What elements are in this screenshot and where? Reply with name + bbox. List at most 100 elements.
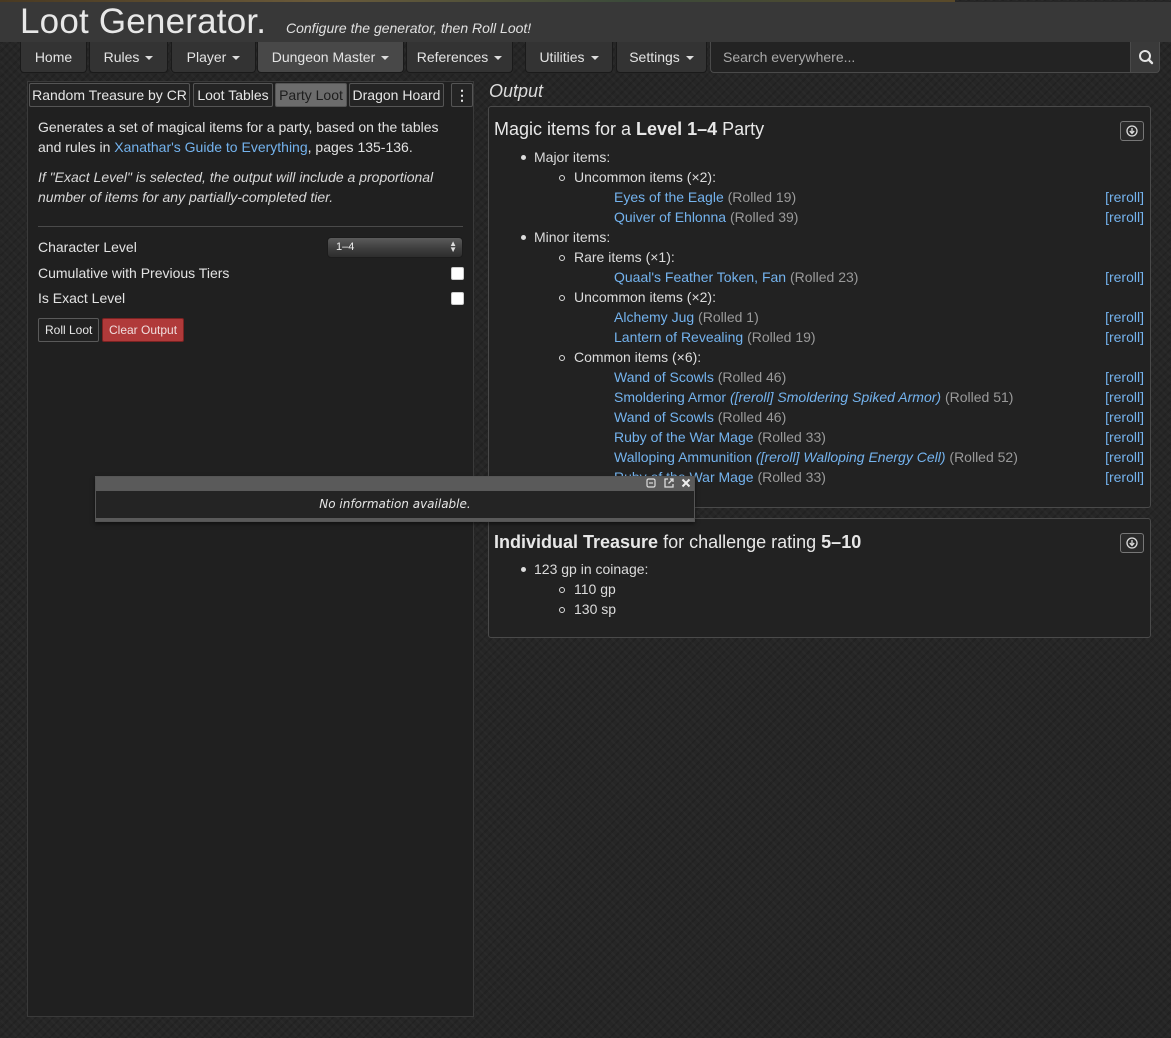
caret-down-icon [685, 56, 694, 61]
reroll-link[interactable]: [reroll] [1105, 389, 1144, 405]
output-heading: Output [489, 81, 544, 101]
coin-sp: 130 sp [574, 601, 617, 617]
download-icon [1126, 537, 1138, 549]
sub-reroll-link[interactable]: [reroll] [735, 389, 774, 405]
title-text: Magic items for a [494, 119, 637, 139]
reroll-link[interactable]: [reroll] [1105, 329, 1144, 345]
generator-description: Generates a set of magical items for a p… [38, 117, 458, 157]
title-bold: Individual Treasure [494, 532, 659, 552]
list-item: Quiver of Ehlonna (Rolled 39) [614, 209, 798, 225]
download-icon [1126, 125, 1138, 137]
title-text: for challenge rating [658, 532, 822, 552]
item-link[interactable]: Wand of Scowls [614, 409, 714, 425]
reroll-link[interactable]: [reroll] [1105, 449, 1144, 465]
roll-value: (Rolled 19) [727, 189, 797, 205]
sub-item-link[interactable]: Smoldering Spiked Armor [777, 389, 936, 405]
nav-settings[interactable]: Settings [616, 42, 707, 73]
reroll-link[interactable]: [reroll] [1105, 409, 1144, 425]
reroll-link[interactable]: [reroll] [1105, 369, 1144, 385]
coinage-label: 123 gp in coinage: [534, 561, 649, 577]
minor-items-label: Minor items: [534, 229, 611, 245]
character-level-select[interactable]: 1–4 ▲ ▼ [327, 237, 463, 258]
sub-reroll-link[interactable]: [reroll] [761, 449, 800, 465]
list-bullet [559, 255, 565, 261]
item-link[interactable]: Smoldering Armor [614, 389, 726, 405]
cumulative-checkbox[interactable] [451, 267, 464, 280]
tab-party-loot[interactable]: Party Loot [275, 83, 347, 107]
roll-value: (Rolled 39) [729, 209, 799, 225]
popup-titlebar[interactable] [96, 477, 694, 491]
nav-dungeon-master-label: Dungeon Master [271, 49, 376, 65]
list-item: Wand of Scowls (Rolled 46) [614, 409, 786, 425]
caret-down-icon [590, 56, 599, 61]
nav-utilities[interactable]: Utilities [525, 42, 613, 73]
download-button[interactable] [1120, 533, 1144, 553]
roll-value: (Rolled 23) [789, 269, 859, 285]
minimize-icon[interactable] [645, 477, 657, 489]
reroll-link[interactable]: [reroll] [1105, 189, 1144, 205]
clear-output-button[interactable]: Clear Output [102, 318, 185, 342]
title-text: Party [717, 119, 765, 139]
item-link[interactable]: Alchemy Jug [614, 309, 694, 325]
coin-gp: 110 gp [574, 581, 616, 597]
item-link[interactable]: Walloping Ammunition [614, 449, 752, 465]
nav-home-label: Home [34, 49, 73, 65]
reroll-link[interactable]: [reroll] [1105, 429, 1144, 445]
nav-home[interactable]: Home [20, 42, 87, 73]
title-cr: 5–10 [821, 532, 862, 552]
popup-resize-handle[interactable] [96, 518, 694, 521]
roll-value: (Rolled 52) [949, 449, 1018, 465]
close-icon[interactable] [680, 477, 692, 489]
roll-value: (Rolled 1) [698, 309, 759, 325]
sub-item-paren: ) [940, 449, 946, 465]
tab-dragon-hoard[interactable]: Dragon Hoard [349, 83, 444, 107]
individual-treasure-card: Individual Treasure for challenge rating… [488, 518, 1151, 638]
pop-out-icon[interactable] [663, 477, 675, 489]
caret-down-icon [494, 56, 503, 61]
tab-loot-tables[interactable]: Loot Tables [193, 83, 273, 107]
caret-down-icon [145, 56, 154, 61]
page-subtitle: Configure the generator, then Roll Loot! [286, 20, 532, 36]
list-bullet [559, 295, 565, 301]
nav-player[interactable]: Player [171, 42, 256, 73]
xanathars-guide-link[interactable]: Xanathar's Guide to Everything [114, 139, 307, 155]
reroll-link[interactable]: [reroll] [1105, 469, 1144, 485]
item-link[interactable]: Wand of Scowls [614, 369, 714, 385]
tab-random-treasure-by-cr[interactable]: Random Treasure by CR [29, 83, 190, 107]
roll-loot-button[interactable]: Roll Loot [38, 318, 100, 342]
exact-level-checkbox[interactable] [451, 292, 464, 305]
item-link[interactable]: Quaal's Feather Token, Fan [614, 269, 786, 285]
reroll-link[interactable]: [reroll] [1105, 269, 1144, 285]
reroll-link[interactable]: [reroll] [1105, 209, 1144, 225]
more-options-icon[interactable]: ⋮ [451, 83, 473, 107]
reroll-link[interactable]: [reroll] [1105, 309, 1144, 325]
caret-down-icon [381, 56, 390, 61]
search-input[interactable]: Search everywhere... [710, 42, 1130, 73]
sub-item-link[interactable]: Walloping Energy Cell [803, 449, 940, 465]
list-item: Alchemy Jug (Rolled 1) [614, 309, 759, 325]
list-bullet [521, 235, 526, 240]
list-bullet [559, 355, 565, 361]
search-icon [1139, 50, 1154, 65]
generator-config-panel: Random Treasure by CR Loot Tables Party … [27, 81, 474, 1017]
minor-uncommon-label: Uncommon items (×2): [574, 289, 716, 305]
popup-message: No information available. [319, 497, 471, 511]
download-button[interactable] [1120, 121, 1144, 141]
major-uncommon-label: Uncommon items (×2): [574, 169, 716, 185]
item-link[interactable]: Ruby of the War Mage [614, 429, 754, 445]
item-link[interactable]: Eyes of the Eagle [614, 189, 724, 205]
list-bullet [559, 175, 565, 181]
list-bullet [559, 587, 565, 593]
list-item: Lantern of Revealing (Rolled 19) [614, 329, 816, 345]
list-item: Ruby of the War Mage (Rolled 33) [614, 429, 826, 445]
nav-references[interactable]: References [406, 42, 513, 73]
list-item: Smoldering Armor ([reroll] Smoldering Sp… [614, 389, 1013, 405]
nav-utilities-label: Utilities [539, 49, 585, 65]
item-link[interactable]: Quiver of Ehlonna [614, 209, 726, 225]
list-bullet [521, 155, 526, 160]
nav-dungeon-master[interactable]: Dungeon Master [257, 42, 404, 73]
search-button[interactable] [1130, 42, 1160, 73]
nav-rules[interactable]: Rules [89, 42, 168, 73]
item-link[interactable]: Lantern of Revealing [614, 329, 743, 345]
description-pages: , pages 135-136. [307, 139, 413, 155]
